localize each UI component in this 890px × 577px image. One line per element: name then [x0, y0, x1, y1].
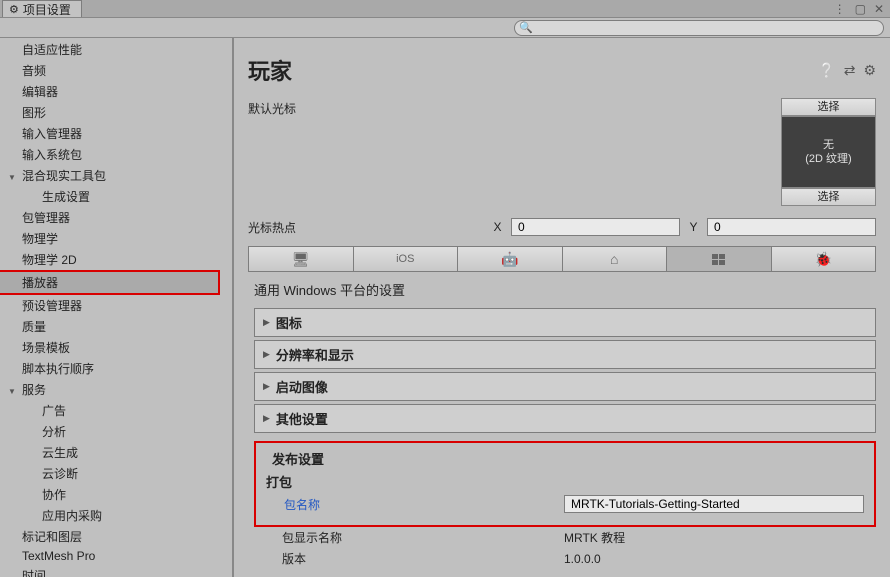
- window-close-icon[interactable]: ✕: [874, 2, 884, 16]
- window-tab-project-settings[interactable]: ⚙ 项目设置: [2, 0, 82, 17]
- window-tab-title: 项目设置: [23, 1, 71, 18]
- chevron-right-icon: [263, 349, 270, 360]
- chevron-right-icon: [263, 317, 270, 328]
- select-cursor-button-bottom[interactable]: 选择: [781, 188, 876, 206]
- sidebar-item-graphics[interactable]: 图形: [0, 102, 218, 123]
- sidebar-item-editor[interactable]: 编辑器: [0, 81, 218, 102]
- tab-standalone[interactable]: 🖥: [249, 247, 354, 271]
- sidebar-item-input-system[interactable]: 输入系统包: [0, 144, 218, 165]
- chevron-right-icon: [263, 413, 270, 424]
- sidebar-item-services[interactable]: 服务: [0, 379, 218, 400]
- gear-icon: ⚙: [9, 3, 19, 16]
- monitor-icon: 🖥: [292, 251, 310, 268]
- sidebar-item-player[interactable]: 播放器: [0, 272, 218, 293]
- settings-gear-icon[interactable]: ⚙: [863, 62, 876, 79]
- tab-other-platform[interactable]: 🐞: [772, 247, 876, 271]
- search-input[interactable]: [514, 20, 884, 36]
- chevron-right-icon: [263, 381, 270, 392]
- sidebar-item-script-exec-order[interactable]: 脚本执行顺序: [0, 358, 218, 379]
- x-label: X: [492, 220, 503, 234]
- window-controls: ⋮ ▢ ✕: [834, 2, 890, 16]
- uwp-settings-title: 通用 Windows 平台的设置: [234, 272, 890, 305]
- package-display-name-value: MRTK 教程: [562, 529, 625, 546]
- version-label: 版本: [282, 550, 562, 567]
- foldout-icon[interactable]: 图标: [254, 308, 876, 337]
- sidebar-item-iap[interactable]: 应用内采购: [0, 505, 218, 526]
- sidebar: 自适应性能 音频 编辑器 图形 输入管理器 输入系统包 混合现实工具包 生成设置…: [0, 38, 234, 577]
- sidebar-item-adaptive-performance[interactable]: 自适应性能: [0, 39, 218, 60]
- sidebar-item-cloud-diag[interactable]: 云诊断: [0, 463, 218, 484]
- presets-icon[interactable]: ⇄: [844, 62, 856, 79]
- sidebar-item-physics[interactable]: 物理学: [0, 228, 218, 249]
- cursor-texture-field[interactable]: 无 (2D 纹理): [781, 116, 876, 188]
- help-icon[interactable]: ❔: [818, 62, 835, 79]
- sidebar-item-ads[interactable]: 广告: [0, 400, 218, 421]
- sidebar-item-cloud-build[interactable]: 云生成: [0, 442, 218, 463]
- hotspot-y-input[interactable]: [707, 218, 876, 236]
- foldout-other[interactable]: 其他设置: [254, 404, 876, 433]
- package-name-input[interactable]: [564, 495, 864, 513]
- sidebar-item-quality[interactable]: 质量: [0, 316, 218, 337]
- sidebar-item-input-manager[interactable]: 输入管理器: [0, 123, 218, 144]
- windows-icon: [712, 254, 725, 265]
- sidebar-item-preset-manager[interactable]: 预设管理器: [0, 295, 218, 316]
- version-value: 1.0.0.0: [562, 552, 601, 566]
- window-menu-icon[interactable]: ⋮: [834, 2, 847, 16]
- ios-icon: iOS: [396, 253, 414, 265]
- tab-uwp[interactable]: [667, 247, 772, 271]
- sidebar-item-mrtk[interactable]: 混合现实工具包: [0, 165, 218, 186]
- y-label: Y: [688, 220, 699, 234]
- sidebar-item-textmeshpro[interactable]: TextMesh Pro: [0, 547, 218, 565]
- texture-none-label: 无: [823, 138, 834, 152]
- page-title: 玩家: [248, 54, 292, 86]
- default-cursor-label: 默认光标: [248, 98, 578, 117]
- sidebar-item-package-manager[interactable]: 包管理器: [0, 207, 218, 228]
- sidebar-item-tags-layers[interactable]: 标记和图层: [0, 526, 218, 547]
- foldout-publish[interactable]: 发布设置: [266, 449, 864, 468]
- select-cursor-button-top[interactable]: 选择: [781, 98, 876, 116]
- sidebar-item-physics2d[interactable]: 物理学 2D: [0, 249, 218, 270]
- android-icon: 🤖: [501, 251, 518, 268]
- sidebar-item-build-settings[interactable]: 生成设置: [0, 186, 218, 207]
- html5-icon: ⌂: [610, 251, 618, 267]
- sidebar-item-scene-template[interactable]: 场景模板: [0, 337, 218, 358]
- platform-tabs: 🖥 iOS 🤖 ⌂ 🐞: [248, 246, 876, 272]
- texture-type-label: (2D 纹理): [805, 152, 851, 166]
- sidebar-item-audio[interactable]: 音频: [0, 60, 218, 81]
- sidebar-item-analytics[interactable]: 分析: [0, 421, 218, 442]
- bug-icon: 🐞: [815, 251, 832, 268]
- sidebar-item-time[interactable]: 时间: [0, 565, 218, 577]
- hotspot-x-input[interactable]: [511, 218, 680, 236]
- tab-ios[interactable]: iOS: [354, 247, 459, 271]
- foldout-resolution[interactable]: 分辨率和显示: [254, 340, 876, 369]
- package-display-name-label: 包显示名称: [282, 529, 562, 546]
- detail-pane: 玩家 ❔ ⇄ ⚙ 默认光标 选择 无 (2D 纹理) 选择 光标热点 X Y: [234, 38, 890, 577]
- foldout-splash[interactable]: 启动图像: [254, 372, 876, 401]
- window-maximize-icon[interactable]: ▢: [855, 2, 866, 16]
- cursor-hotspot-label: 光标热点: [248, 219, 484, 236]
- package-name-label: 包名称: [284, 496, 564, 513]
- tab-webgl[interactable]: ⌂: [563, 247, 668, 271]
- tab-android[interactable]: 🤖: [458, 247, 563, 271]
- sidebar-item-collab[interactable]: 协作: [0, 484, 218, 505]
- packaging-title: 打包: [266, 468, 864, 493]
- publish-settings-box: 发布设置 打包 包名称: [254, 441, 876, 527]
